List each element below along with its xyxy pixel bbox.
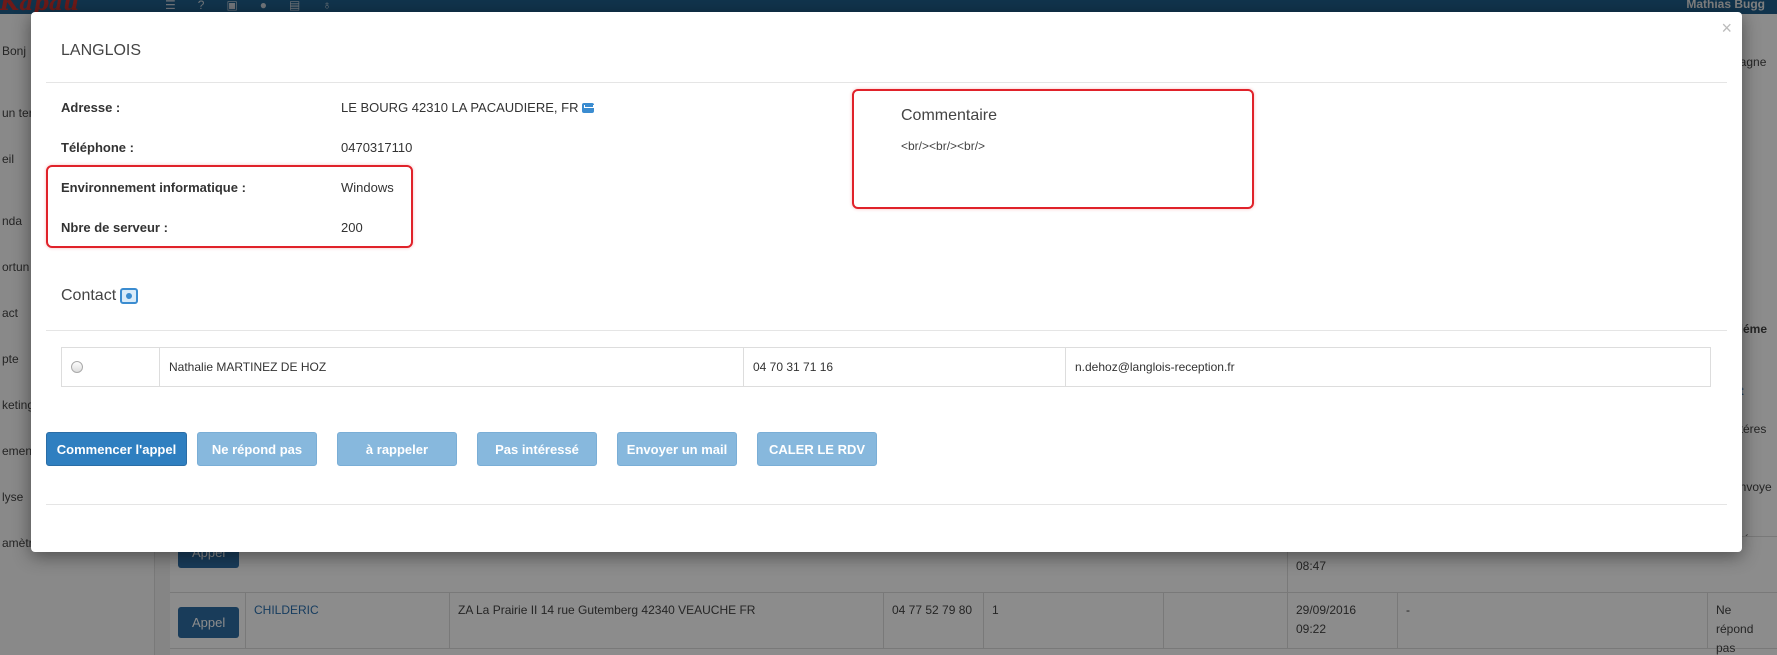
not-interested-button[interactable]: Pas intéressé xyxy=(477,432,597,466)
contact-phone: 04 70 31 71 16 xyxy=(743,348,1065,386)
add-contact-icon[interactable] xyxy=(120,288,139,304)
divider xyxy=(46,330,1727,331)
contact-title-text: Contact xyxy=(61,287,117,304)
mail-icon[interactable] xyxy=(582,103,595,113)
close-icon[interactable]: × xyxy=(1721,18,1732,39)
address-value: LE BOURG 42310 LA PACAUDIERE, FR xyxy=(341,100,595,115)
divider xyxy=(46,82,1727,83)
address-text: LE BOURG 42310 LA PACAUDIERE, FR xyxy=(341,100,579,115)
send-mail-button[interactable]: Envoyer un mail xyxy=(617,432,737,466)
contact-title: Contact xyxy=(61,287,139,305)
contact-select-cell xyxy=(62,348,159,386)
start-call-button[interactable]: Commencer l'appel xyxy=(46,432,187,466)
contact-row: Nathalie MARTINEZ DE HOZ 04 70 31 71 16 … xyxy=(61,347,1711,387)
contact-email: n.dehoz@langlois-reception.fr xyxy=(1065,348,1710,386)
highlight-box xyxy=(46,165,413,248)
divider xyxy=(46,504,1727,505)
call-back-button[interactable]: à rappeler xyxy=(337,432,457,466)
contact-name: Nathalie MARTINEZ DE HOZ xyxy=(159,348,743,386)
address-label: Adresse : xyxy=(61,100,121,115)
no-answer-button[interactable]: Ne répond pas xyxy=(197,432,317,466)
phone-label: Téléphone : xyxy=(61,140,134,155)
schedule-meeting-button[interactable]: CALER LE RDV xyxy=(757,432,877,466)
comment-title: Commentaire xyxy=(901,107,998,124)
modal-title: LANGLOIS xyxy=(61,42,142,59)
phone-value: 0470317110 xyxy=(341,140,413,155)
prospect-modal: × LANGLOIS Adresse : LE BOURG 42310 LA P… xyxy=(31,12,1742,552)
comment-text: <br/><br/><br/> xyxy=(901,139,986,153)
contact-radio[interactable] xyxy=(71,361,83,373)
